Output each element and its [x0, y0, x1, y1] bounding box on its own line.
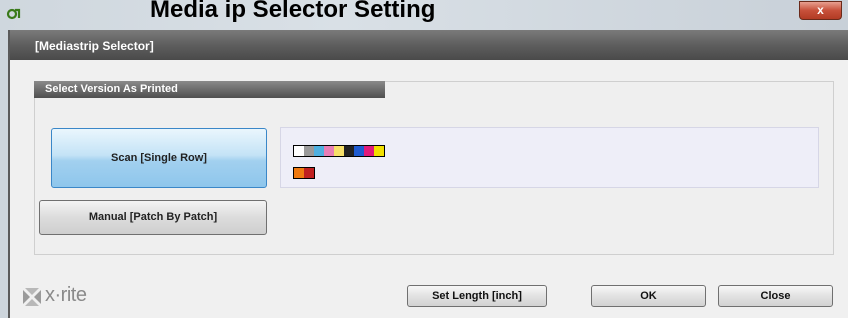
mediastrip-row-1: [293, 145, 385, 157]
color-patch: [324, 146, 334, 156]
color-patch: [304, 168, 314, 178]
color-patch: [344, 146, 354, 156]
color-patch: [294, 168, 304, 178]
color-patch: [304, 146, 314, 156]
window-left-frame: [0, 30, 10, 318]
dialog-header-bar: [Mediastrip Selector]: [10, 30, 848, 60]
xrite-logo-icon: [23, 288, 41, 306]
color-patch: [354, 146, 364, 156]
ok-button[interactable]: OK: [591, 285, 706, 307]
title-bar: Media ip Selector Setting x: [0, 0, 848, 30]
window-close-button[interactable]: x: [799, 1, 842, 20]
color-patch: [334, 146, 344, 156]
color-patch: [364, 146, 374, 156]
app-logo-icon: [6, 8, 21, 20]
dialog-title: [Mediastrip Selector]: [35, 39, 154, 53]
strip-preview-panel: [280, 127, 819, 188]
color-patch: [374, 146, 384, 156]
color-patch: [314, 146, 324, 156]
color-patch: [294, 146, 304, 156]
group-title: Select Version As Printed: [34, 81, 385, 98]
mediastrip-row-2: [293, 167, 315, 179]
manual-patch-by-patch-button[interactable]: Manual [Patch By Patch]: [39, 200, 267, 235]
window-title: Media ip Selector Setting: [150, 0, 436, 23]
close-button[interactable]: Close: [718, 285, 833, 307]
set-length-button[interactable]: Set Length [inch]: [407, 285, 547, 307]
xrite-brand-text: x·rite: [45, 284, 87, 306]
scan-single-row-button[interactable]: Scan [Single Row]: [51, 128, 267, 188]
